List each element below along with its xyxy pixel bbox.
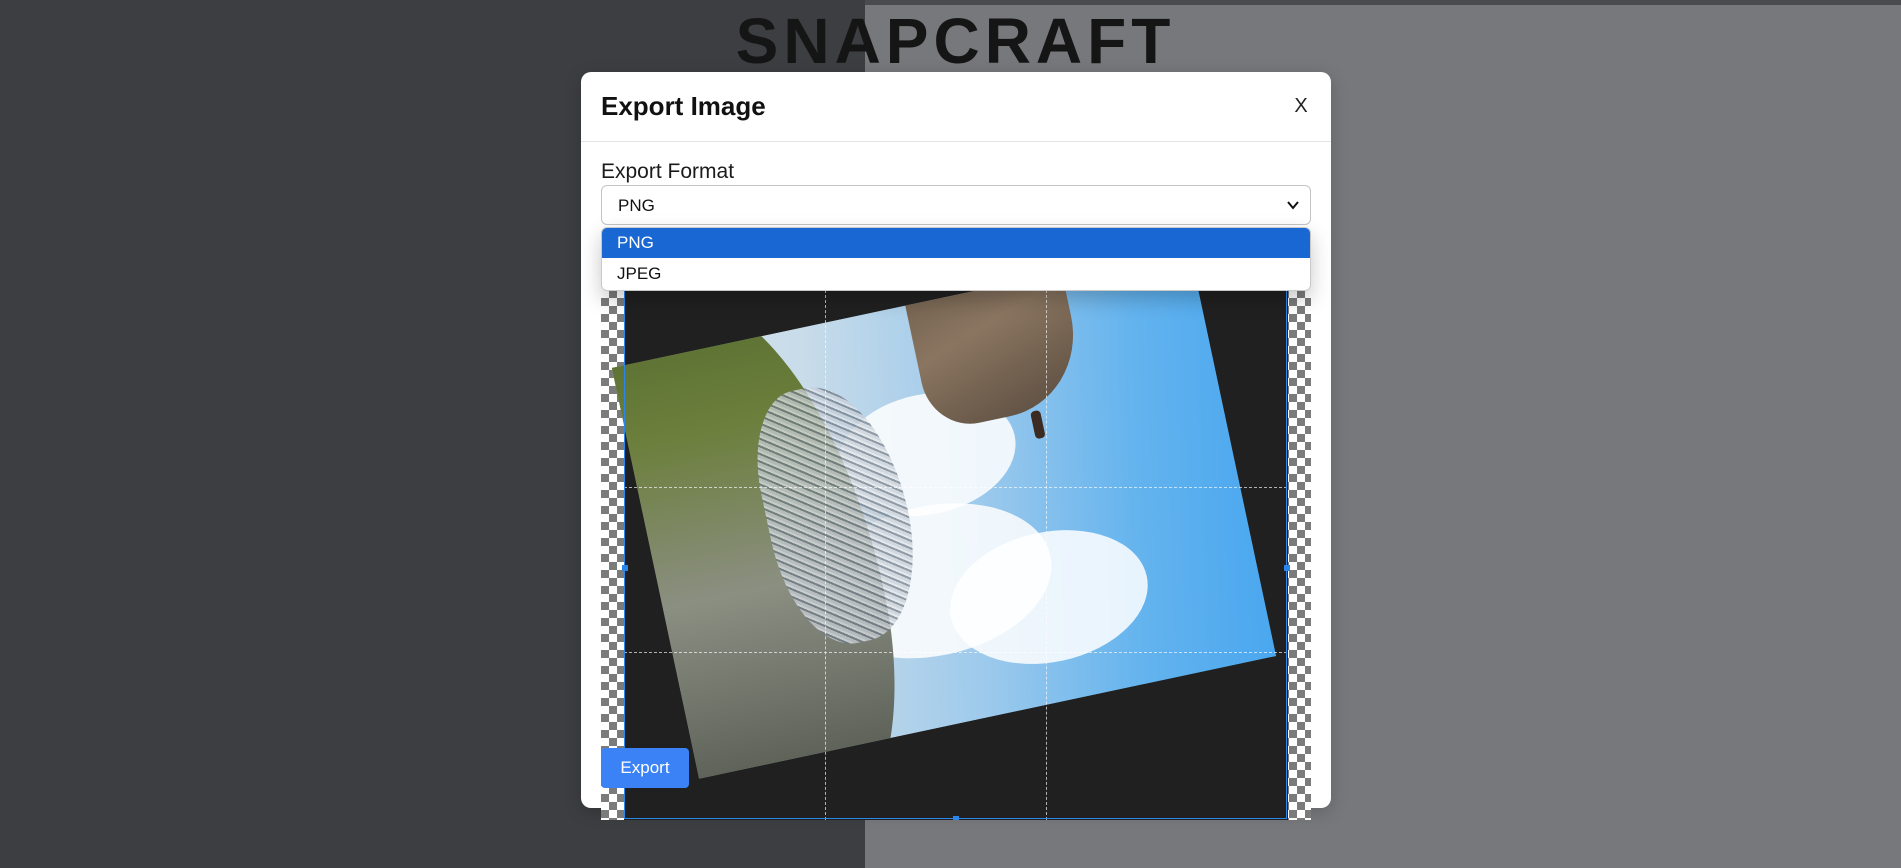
modal-title: Export Image [601, 91, 766, 121]
crop-handle-bottom[interactable] [953, 816, 959, 820]
export-button[interactable]: Export [601, 748, 689, 788]
crop-guide-horizontal [624, 652, 1287, 653]
crop-handle-right[interactable] [1284, 565, 1290, 571]
chevron-down-icon [1287, 201, 1299, 210]
crop-guide-horizontal [624, 487, 1287, 488]
export-format-selected-value: PNG [618, 196, 655, 215]
export-preview-canvas [601, 290, 1311, 820]
export-image-modal: Export Image X Export Format PNG PNG JPE… [581, 72, 1331, 820]
format-option-png[interactable]: PNG [602, 228, 1310, 258]
export-format-label: Export Format [601, 160, 735, 183]
crop-handle-left[interactable] [622, 565, 628, 571]
export-format-select[interactable]: PNG [601, 185, 1311, 225]
app-brand-title: SNAPCRAFT [735, 5, 1176, 77]
close-icon: X [1294, 95, 1308, 117]
crop-guide-vertical [825, 290, 826, 820]
format-option-jpeg[interactable]: JPEG [602, 259, 1310, 289]
export-format-dropdown-list: PNG JPEG [601, 227, 1311, 291]
modal-header: Export Image X [581, 72, 1331, 142]
close-button[interactable]: X [1287, 92, 1315, 120]
crop-guide-vertical [1046, 290, 1047, 820]
